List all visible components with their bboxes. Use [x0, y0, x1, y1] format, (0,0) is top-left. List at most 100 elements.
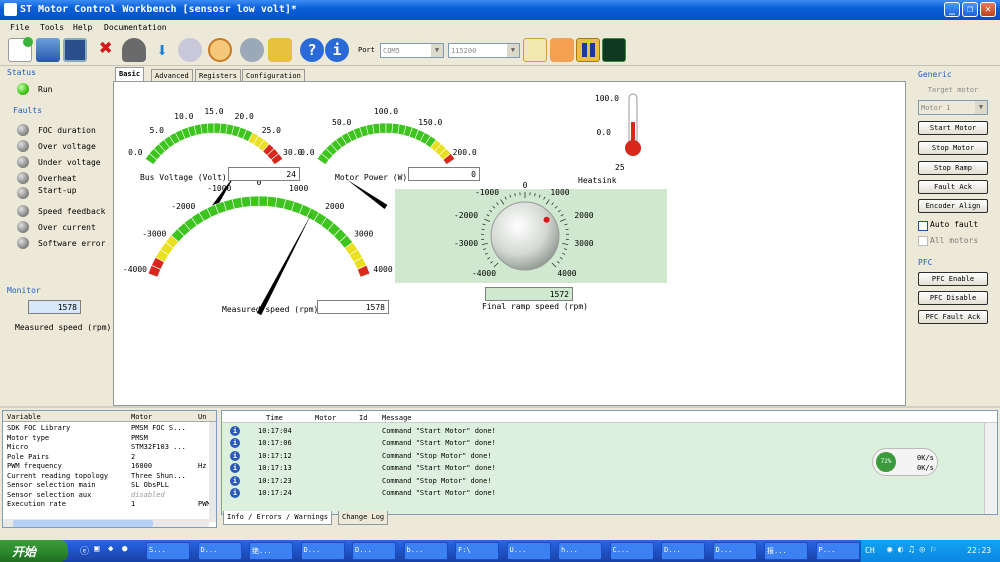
taskbar-task[interactable]: S...	[146, 542, 190, 560]
connect-icon[interactable]	[523, 38, 547, 62]
all-motors-checkbox[interactable]	[918, 236, 928, 246]
taskbar-task[interactable]: P...	[815, 542, 860, 560]
taskbar-task[interactable]: D...	[661, 542, 705, 560]
pause-icon[interactable]	[576, 38, 600, 62]
tick-label: -4000	[472, 269, 496, 278]
app-icon[interactable]: ●	[122, 544, 127, 554]
encoder-align-button[interactable]: Encoder Align	[918, 199, 988, 213]
tray-icons[interactable]: ◉ ◐ ♫ ◎ ⚐	[887, 545, 936, 555]
info-icon[interactable]: i	[325, 38, 349, 62]
table-cell: 1	[131, 500, 136, 508]
table-cell: STM32F103 ...	[131, 443, 186, 451]
fault-led	[17, 187, 29, 199]
gauge-segment	[240, 196, 252, 208]
pfc-enable-button[interactable]: PFC Enable	[918, 272, 988, 286]
folder-gear-icon[interactable]	[268, 38, 292, 62]
network-widget: 72% 0K/s 0K/s	[872, 448, 938, 476]
taskbar-task[interactable]: D...	[352, 542, 396, 560]
tab-info-errors-warnings[interactable]: Info / Errors / Warnings	[223, 511, 333, 525]
table-header: Variable Motor Un	[3, 411, 216, 422]
fault-ack-button[interactable]: Fault Ack	[918, 180, 988, 194]
monitor-clock-icon[interactable]	[208, 38, 232, 62]
pfc-disable-button[interactable]: PFC Disable	[918, 291, 988, 305]
ie-icon[interactable]: ⓔ	[80, 544, 89, 557]
taskbar-task[interactable]: C...	[609, 542, 654, 560]
taskbar-task[interactable]: b...	[403, 542, 448, 560]
tick-label: -2000	[171, 202, 195, 211]
gauges-canvas: 0.05.010.015.020.025.030.00.050.0100.015…	[123, 93, 667, 316]
desktop-icon[interactable]: ▣	[94, 544, 99, 554]
tick-label: 4000	[373, 265, 392, 274]
fault-label: Software error	[38, 239, 106, 248]
faults-group-label: Faults	[13, 106, 42, 115]
start-button[interactable]: 开始	[0, 540, 68, 562]
taskbar-task[interactable]: h...	[558, 542, 602, 560]
tick-label: 3000	[574, 239, 593, 248]
monitor-group-label: Monitor	[7, 286, 41, 295]
monitor-speed-caption: Measured speed (rpm)	[15, 323, 112, 332]
upload-icon[interactable]	[178, 38, 202, 62]
port-select[interactable]: COM5 ▼	[380, 43, 444, 58]
quick-launch: ⓔ ▣ ◆ ●	[78, 544, 138, 558]
heatsink-value: 25	[615, 163, 625, 172]
stop-motor-button[interactable]: Stop Motor	[918, 141, 988, 155]
new-file-icon[interactable]	[8, 37, 33, 62]
taskbar-task[interactable]: D...	[197, 542, 242, 560]
generic-group-label: Generic	[918, 70, 952, 79]
fault-led	[17, 124, 29, 136]
pfc-fault-ack-button[interactable]: PFC Fault Ack	[918, 310, 988, 324]
table-cell: Motor type	[7, 433, 50, 442]
close-button[interactable]: ✕	[980, 2, 996, 17]
taskbar-task[interactable]: U...	[506, 542, 551, 560]
taskbar-task[interactable]: F:\	[455, 542, 499, 560]
help-icon[interactable]: ?	[300, 38, 324, 62]
table-cell: Execution rate	[7, 500, 67, 508]
table-cell: PWM frequency	[7, 462, 62, 470]
column-header: Id	[359, 414, 368, 422]
oscilloscope-icon[interactable]	[602, 38, 626, 62]
stop-ramp-button[interactable]: Stop Ramp	[918, 161, 988, 175]
disconnect-icon[interactable]	[550, 38, 574, 62]
info-icon: i	[230, 450, 240, 461]
motor-power-label: Motor Power (W)	[335, 173, 408, 182]
save-icon[interactable]	[63, 38, 87, 62]
taskbar-task[interactable]: D...	[712, 542, 757, 560]
tab-basic[interactable]: Basic	[115, 67, 145, 82]
bus-voltage-label: Bus Voltage (Volt)	[140, 173, 227, 182]
app-icon[interactable]: ◆	[108, 544, 113, 554]
heatsink-label: Heatsink	[578, 176, 617, 185]
log-message: Command "Start Motor" done!	[382, 427, 496, 435]
taskbar-task[interactable]: D...	[300, 542, 345, 560]
knob-indicator	[543, 216, 550, 223]
menu-documentation[interactable]: Documentation	[104, 23, 167, 32]
menu-tools[interactable]: Tools	[40, 23, 64, 32]
taskbar-task[interactable]: 报...	[764, 542, 808, 560]
taskbar-task[interactable]: 绝...	[249, 542, 293, 560]
log-scrollbar[interactable]	[984, 423, 997, 514]
table-cell: Sensor selection main	[7, 481, 96, 489]
vertical-scrollbar[interactable]	[209, 422, 216, 522]
tab-change-log[interactable]: Change Log	[338, 511, 389, 525]
measured-speed-value: 1578	[317, 300, 389, 314]
delete-icon[interactable]: ✖	[94, 38, 118, 62]
baud-value: 115200	[451, 47, 477, 55]
maximize-button[interactable]: ❐	[962, 2, 978, 17]
right-panel: Generic Target motor Motor 1 ▼ Start Moto…	[912, 66, 1000, 406]
minimize-button[interactable]: _	[944, 2, 960, 17]
speed-knob	[490, 201, 560, 271]
horizontal-scrollbar[interactable]	[3, 519, 209, 527]
clock: 22:23	[967, 546, 992, 555]
open-folder-icon[interactable]	[36, 38, 60, 62]
connect-board-icon[interactable]	[122, 38, 146, 62]
gauge-segment	[213, 122, 222, 134]
baud-select[interactable]: 115200 ▼	[448, 43, 520, 58]
auto-fault-checkbox[interactable]	[918, 221, 928, 231]
start-motor-button[interactable]: Start Motor	[918, 121, 988, 135]
settings-gear-icon[interactable]	[240, 38, 264, 62]
menu-help[interactable]: Help	[73, 23, 92, 32]
tick-label: 100.0	[595, 94, 619, 103]
language-indicator[interactable]: CH	[865, 546, 875, 555]
download-icon[interactable]: ⬇	[150, 38, 174, 62]
menu-file[interactable]: File	[10, 23, 29, 32]
motor-select[interactable]: Motor 1 ▼	[918, 100, 988, 115]
